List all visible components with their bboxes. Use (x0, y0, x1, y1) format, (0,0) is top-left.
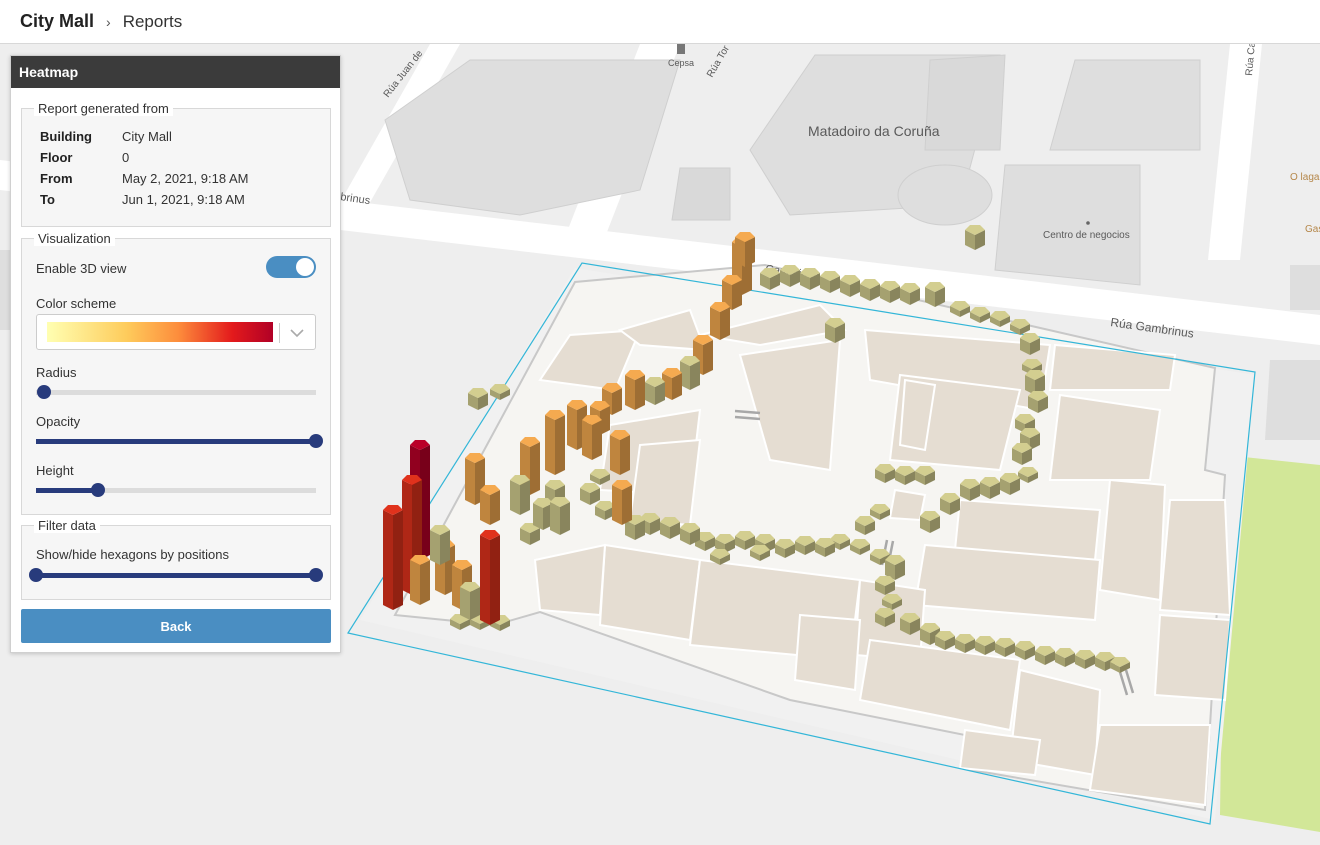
enable-3d-toggle[interactable] (266, 256, 316, 278)
hexagon-column[interactable] (825, 318, 845, 343)
hexagon-column[interactable] (430, 525, 450, 565)
visualization-legend: Visualization (34, 231, 115, 246)
chevron-right-icon: › (106, 13, 111, 30)
label-cepsa: Cepsa (668, 58, 694, 68)
report-value: Jun 1, 2021, 9:18 AM (122, 192, 245, 207)
color-scheme-select[interactable] (36, 314, 316, 350)
color-scheme-label: Color scheme (36, 296, 117, 311)
hexagon-column[interactable] (545, 410, 565, 475)
radius-slider[interactable] (36, 385, 316, 399)
hexagon-column[interactable] (582, 415, 602, 460)
centro-marker (1086, 221, 1090, 225)
enable-3d-label: Enable 3D view (36, 261, 127, 276)
color-scheme-gradient (47, 322, 273, 342)
filter-section: Filter data Show/hide hexagons by positi… (21, 518, 331, 600)
radius-label: Radius (36, 365, 77, 380)
hexagon-column[interactable] (510, 475, 530, 515)
breadcrumb-reports: Reports (122, 11, 183, 31)
block (1290, 265, 1320, 310)
opacity-slider[interactable] (36, 434, 323, 448)
label-o-lagar: O lagar (1290, 172, 1320, 183)
opacity-label: Opacity (36, 414, 81, 429)
report-key: Building (40, 129, 92, 144)
hexagon-column[interactable] (625, 370, 645, 410)
toggle-knob (296, 258, 314, 276)
hexagon-column[interactable] (965, 225, 985, 250)
report-row-from: From May 2, 2021, 9:18 AM (40, 171, 248, 187)
height-slider-thumb[interactable] (90, 483, 105, 497)
back-button[interactable]: Back (21, 609, 331, 643)
opacity-slider-thumb[interactable] (309, 434, 323, 448)
block (1265, 360, 1320, 440)
report-key: From (40, 171, 73, 186)
label-matadoiro: Matadoiro da Coruña (808, 123, 940, 139)
range-thumb-end[interactable] (309, 568, 323, 582)
slider-track (36, 390, 316, 395)
block (671, 167, 731, 221)
hexagon-column[interactable] (735, 232, 755, 267)
hexagon-column[interactable] (612, 480, 632, 525)
hexagon-column[interactable] (410, 555, 430, 605)
radius-slider-thumb[interactable] (37, 385, 52, 399)
block (1049, 59, 1201, 151)
report-key: To (40, 192, 55, 207)
report-info-section: Report generated from Building City Mall … (21, 101, 331, 227)
hexagon-column[interactable] (460, 582, 480, 620)
breadcrumb: City Mall › Reports (0, 0, 1320, 44)
chevron-down-icon[interactable] (288, 324, 306, 342)
height-slider[interactable] (36, 483, 316, 497)
hexagon-column[interactable] (383, 505, 403, 610)
report-value: City Mall (122, 129, 172, 144)
label-centro-negocios: Centro de negocios (1043, 230, 1130, 241)
report-row-floor: Floor 0 (40, 150, 129, 166)
panel-title: Heatmap (11, 56, 340, 88)
label-gas: Gas (1305, 224, 1320, 235)
hexagon-column[interactable] (645, 377, 665, 405)
hexagon-column[interactable] (680, 356, 700, 390)
hexagon-column[interactable] (610, 430, 630, 475)
visualization-section: Visualization Enable 3D view Color schem… (21, 231, 331, 515)
breadcrumb-city-mall[interactable]: City Mall (20, 11, 94, 32)
filter-legend: Filter data (34, 518, 100, 533)
hexagon-column[interactable] (710, 302, 730, 340)
report-key: Floor (40, 150, 73, 165)
report-value: 0 (122, 150, 130, 165)
range-thumb-start[interactable] (29, 568, 43, 582)
select-divider (279, 323, 280, 343)
hexagon-column[interactable] (480, 530, 500, 625)
heatmap-panel: Heatmap Report generated from Building Ci… (10, 55, 341, 653)
slider-fill (36, 573, 316, 578)
fuel-icon (677, 44, 685, 54)
hexagon-column[interactable] (925, 282, 945, 307)
hexagon-column[interactable] (480, 485, 500, 525)
hexagon-column[interactable] (550, 497, 570, 535)
positions-range-slider[interactable] (29, 568, 323, 582)
report-legend: Report generated from (34, 101, 173, 116)
report-value: May 2, 2021, 9:18 AM (122, 171, 249, 186)
slider-fill (36, 488, 98, 493)
report-row-to: To Jun 1, 2021, 9:18 AM (40, 192, 245, 208)
height-label: Height (36, 463, 74, 478)
report-row-building: Building City Mall (40, 129, 172, 145)
positions-label: Show/hide hexagons by positions (36, 547, 229, 562)
slider-fill (36, 439, 316, 444)
block (994, 164, 1141, 286)
block (897, 164, 993, 226)
